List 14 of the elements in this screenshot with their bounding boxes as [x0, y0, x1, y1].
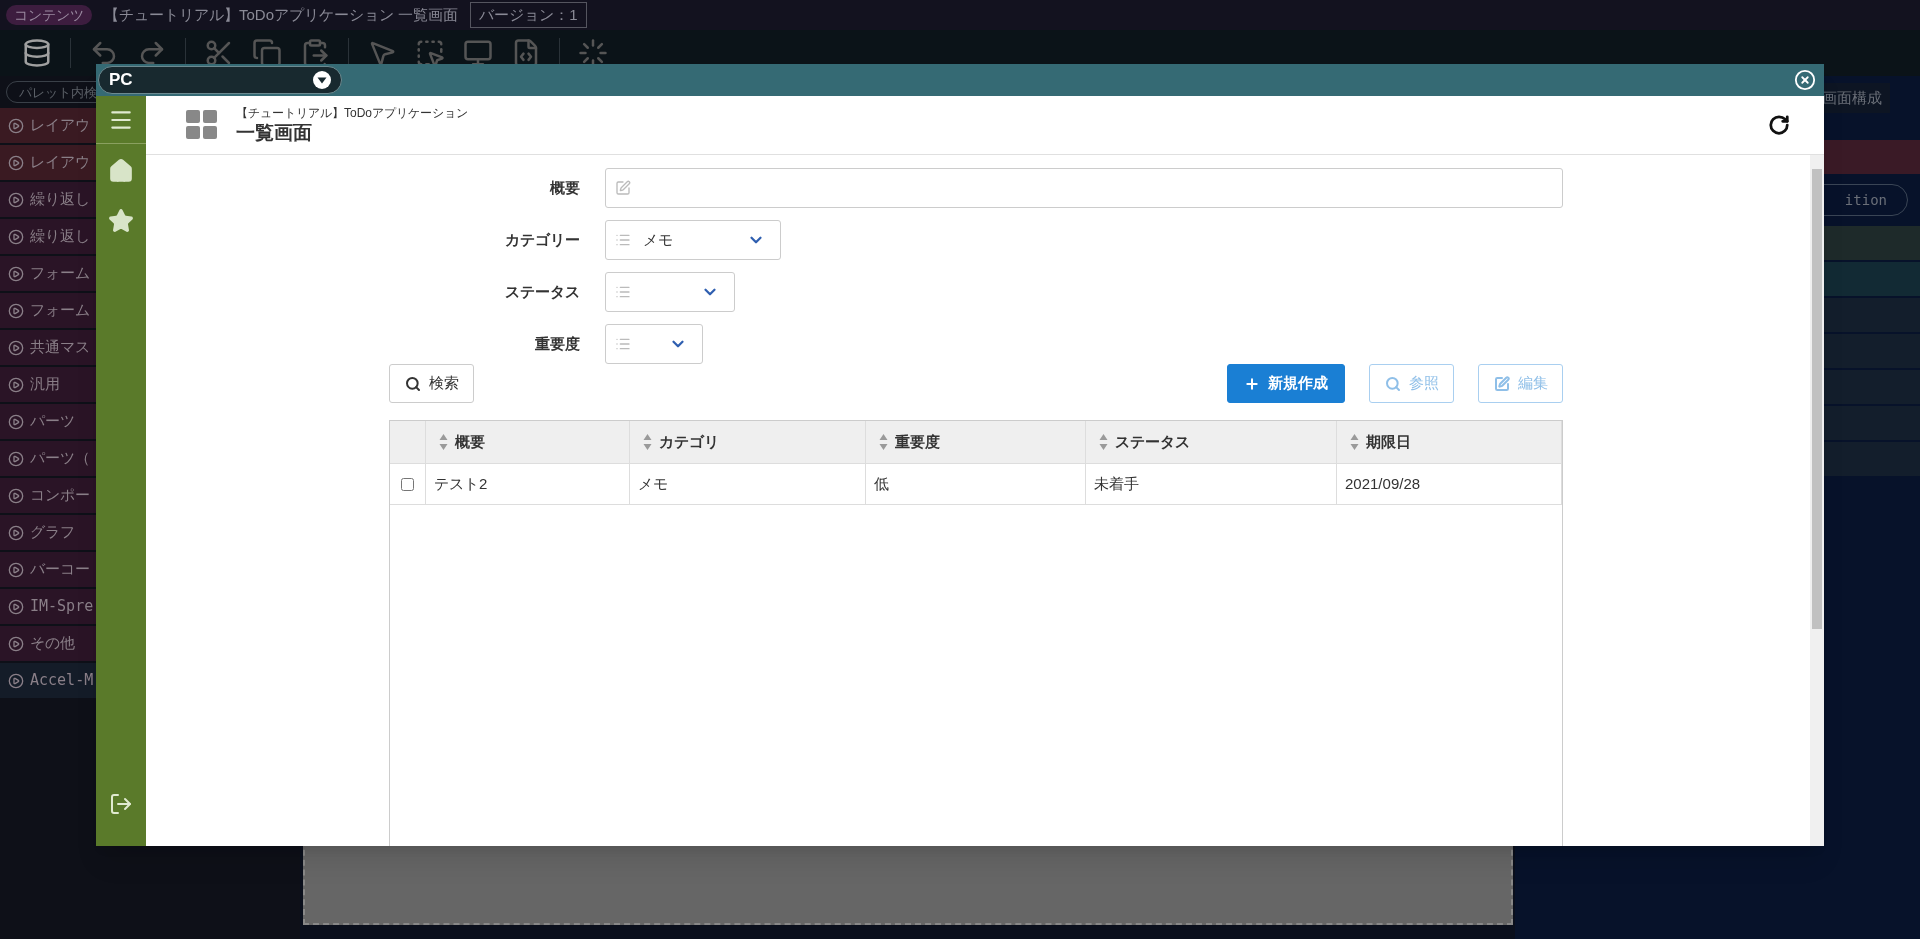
- table-cell: 2021/09/28: [1337, 464, 1562, 504]
- field-label: 重要度: [535, 333, 580, 354]
- field-label: 概要: [550, 177, 580, 198]
- app-title: 【チュートリアル】ToDoアプリケーション: [236, 105, 468, 121]
- page-title: 一覧画面: [236, 121, 313, 145]
- table-cell: 低: [866, 464, 1086, 504]
- field-label: ステータス: [505, 281, 580, 302]
- table-cell: 未着手: [1086, 464, 1337, 504]
- screen-title: 【チュートリアル】ToDoアプリケーション 一覧画面: [104, 4, 459, 25]
- content-badge: コンテンツ: [6, 5, 92, 25]
- field-label: カテゴリー: [505, 229, 580, 250]
- version-label: バージョン：1: [470, 2, 587, 28]
- table-cell: テスト2: [426, 464, 630, 504]
- table-cell: メモ: [630, 464, 866, 504]
